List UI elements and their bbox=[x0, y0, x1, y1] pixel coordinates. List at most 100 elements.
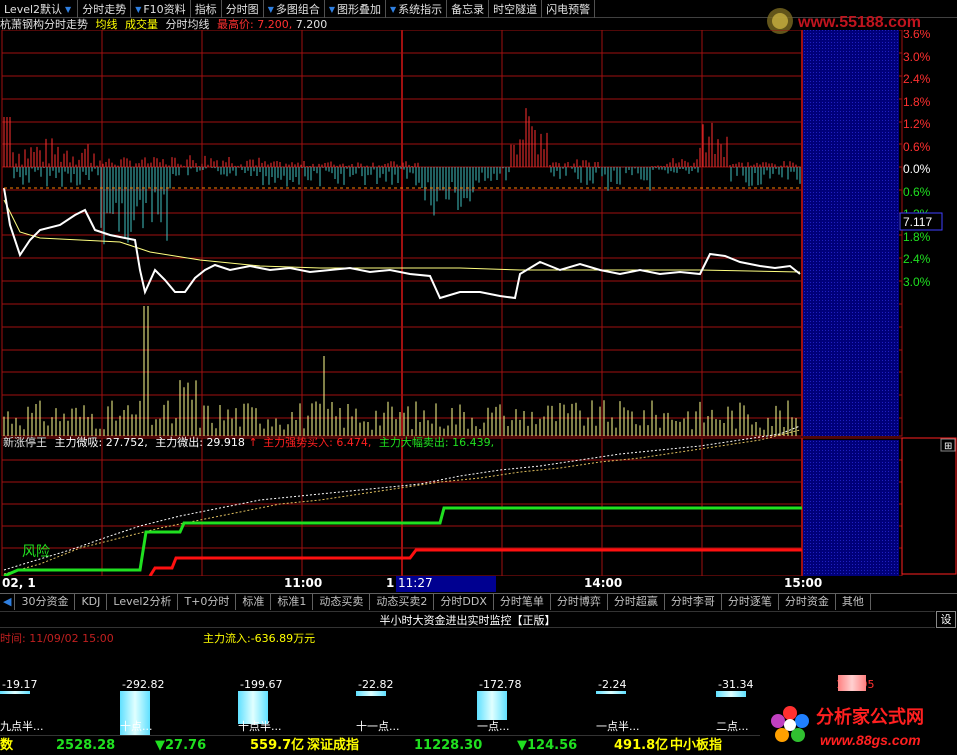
index2-name: 深证成指 bbox=[307, 738, 360, 753]
monitor-bar-value: -31.34 bbox=[718, 678, 754, 691]
tab-indicator[interactable]: 分时博弈 bbox=[551, 594, 608, 610]
toolbar-label: 时空隧道 bbox=[493, 2, 538, 16]
scale-label: 0.6% bbox=[903, 140, 931, 154]
monitor-bar bbox=[0, 691, 30, 695]
toolbar-label: 系统指示 bbox=[398, 2, 443, 16]
toolbar-item[interactable]: ▼ 系统指示 bbox=[386, 0, 448, 18]
tab-indicator[interactable]: 分时李哥 bbox=[665, 594, 722, 610]
toolbar-item[interactable]: 备忘录 bbox=[447, 0, 490, 18]
toolbar-label: 闪电预警 bbox=[546, 2, 591, 16]
scale-label: 1.8% bbox=[903, 230, 931, 244]
time-axis: 02, 1 11:00 1 11:27 14:00 15:00 bbox=[0, 576, 900, 592]
absorb-value: 27.752, bbox=[105, 436, 148, 449]
monitor-bar-label: 一点半... bbox=[596, 720, 640, 733]
toolbar-label: F10资料 bbox=[143, 2, 186, 16]
bottom-prefix: 数 bbox=[0, 738, 14, 753]
toolbar-item[interactable]: 分时走势 bbox=[78, 0, 132, 18]
tab-indicator[interactable]: KDJ bbox=[75, 594, 108, 610]
monitor-bar-value: -172.78 bbox=[479, 678, 522, 691]
index3-name: 中小板指 bbox=[670, 738, 723, 753]
indicator-legend: 新涨停王 主力微吸: 27.752, 主力微出: 29.918 ↑ 主力强势买入… bbox=[3, 436, 494, 450]
tab-indicator[interactable]: 分时笔单 bbox=[494, 594, 551, 610]
scale-label: 3.6% bbox=[903, 30, 931, 41]
monitor-bar-value: -292.82 bbox=[122, 678, 165, 691]
risk-red-line bbox=[148, 548, 802, 576]
monitor-bar bbox=[716, 691, 746, 697]
tab-indicator[interactable]: T+0分时 bbox=[178, 594, 237, 610]
scale-label: 2.4% bbox=[903, 72, 931, 86]
monitor-bar-label: 九点半... bbox=[0, 720, 44, 733]
monitor-bar-value: -2.24 bbox=[598, 678, 627, 691]
strong-buy-value: 6.474, bbox=[336, 436, 372, 449]
brand-url: www.88gs.com bbox=[820, 732, 921, 748]
tab-indicator[interactable]: 动态买卖2 bbox=[370, 594, 435, 610]
scale-label: 1.2% bbox=[903, 117, 931, 131]
indicator-right-panel bbox=[901, 437, 957, 575]
tab-indicator[interactable]: 分时超赢 bbox=[608, 594, 665, 610]
scale-label: 3.0% bbox=[903, 275, 931, 289]
toolbar-item[interactable]: 指标 bbox=[191, 0, 222, 18]
dropdown-arrow-icon: ▼ bbox=[390, 4, 397, 14]
time-cursor[interactable]: 11:27 bbox=[396, 576, 496, 592]
monitor-bar-label: 一点... bbox=[477, 720, 510, 733]
toolbar-label: 多图组合 bbox=[275, 2, 320, 16]
toolbar-item[interactable]: 闪电预警 bbox=[542, 0, 596, 18]
dropdown-arrow-icon: ▼ bbox=[65, 4, 72, 14]
big-sell-value: 16.439, bbox=[452, 436, 495, 449]
tab-indicator[interactable]: Level2分析 bbox=[107, 594, 179, 610]
toolbar-item[interactable]: ▼ F10资料 bbox=[131, 0, 191, 18]
monitor-info: 时间: 11/09/02 15:00 主力流入:-636.89万元 bbox=[0, 630, 957, 646]
time-1100: 11:00 bbox=[284, 576, 323, 590]
tab-indicator[interactable]: 其他 bbox=[836, 594, 871, 610]
dropdown-arrow-icon: ▼ bbox=[267, 4, 274, 14]
toolbar-label: Level2默认 bbox=[4, 2, 63, 16]
volume-bars bbox=[3, 306, 797, 436]
index2-amount: 491.8亿 bbox=[614, 738, 669, 753]
dropdown-arrow-icon: ▼ bbox=[135, 4, 142, 14]
toolbar-label: 图形叠加 bbox=[337, 2, 381, 16]
tab-indicator[interactable]: 标准1 bbox=[271, 594, 314, 610]
up-arrow-icon: ↑ bbox=[248, 436, 258, 449]
index2-value: 11228.30 bbox=[414, 738, 483, 753]
out-label: 主力微出: bbox=[155, 436, 203, 449]
flower-icon bbox=[771, 706, 809, 742]
market-index-bar: 数 2528.28 ▼27.76 559.7亿 深证成指 11228.30 ▼1… bbox=[0, 735, 760, 755]
monitor-bar bbox=[356, 691, 386, 696]
toolbar-item[interactable]: 时空隧道 bbox=[489, 0, 543, 18]
index1-value: 2528.28 bbox=[56, 738, 116, 753]
tab-indicator[interactable]: 分时资金 bbox=[779, 594, 836, 610]
tab-scroll-left[interactable]: ◀ bbox=[0, 594, 16, 610]
tab-indicator[interactable]: 分时DDX bbox=[434, 594, 494, 610]
chart-grid bbox=[1, 30, 903, 576]
toolbar-label: 指标 bbox=[194, 2, 217, 16]
brand-text: 分析家公式网 bbox=[816, 706, 924, 727]
right-percent-scale: 3.6%3.0%2.4%1.8%1.2%0.6%0.0%0.6%1.2%1.8%… bbox=[903, 30, 931, 289]
current-price: 7.117 bbox=[903, 215, 932, 229]
indicator-tabs: ◀ 30分资金 KDJ Level2分析 T+0分时 标准 标准1 动态买卖 动态买卖2 分时D… bbox=[0, 593, 957, 610]
tab-indicator[interactable]: 动态买卖 bbox=[313, 594, 371, 610]
monitor-bar-value: -22.82 bbox=[358, 678, 394, 691]
strong-buy-label: 主力强势买入: bbox=[263, 436, 333, 449]
toolbar-item[interactable]: Level2默认 ▼ bbox=[0, 0, 79, 18]
time-left: 02, 1 bbox=[2, 576, 36, 590]
time-1100-b: 1 bbox=[386, 576, 395, 590]
tab-indicator[interactable]: 30分资金 bbox=[15, 594, 76, 610]
toolbar-label: 备忘录 bbox=[451, 2, 485, 16]
index1-amount: 559.7亿 bbox=[250, 738, 305, 753]
index1-change: ▼27.76 bbox=[155, 738, 207, 753]
index2-change: ▼124.56 bbox=[517, 738, 578, 753]
corner-button-icon: ⊞ bbox=[944, 441, 952, 452]
toolbar-item[interactable]: 分时图 bbox=[222, 0, 264, 18]
after-hours-zone bbox=[803, 30, 899, 436]
tab-indicator[interactable]: 分时逐笔 bbox=[722, 594, 779, 610]
time-1500: 15:00 bbox=[784, 576, 823, 590]
risk-label: 风险 bbox=[22, 543, 50, 559]
toolbar-item[interactable]: ▼ 多图组合 bbox=[264, 0, 325, 18]
settings-button[interactable]: 设 bbox=[936, 611, 956, 628]
main-inflow: 主力流入:-636.89万元 bbox=[203, 632, 316, 645]
tab-indicator[interactable]: 标准 bbox=[236, 594, 272, 610]
scale-label: 0.6% bbox=[903, 185, 931, 199]
monitor-bar bbox=[838, 675, 866, 691]
toolbar-item[interactable]: ▼ 图形叠加 bbox=[325, 0, 386, 18]
monitor-bar-label: 二点... bbox=[716, 720, 749, 733]
